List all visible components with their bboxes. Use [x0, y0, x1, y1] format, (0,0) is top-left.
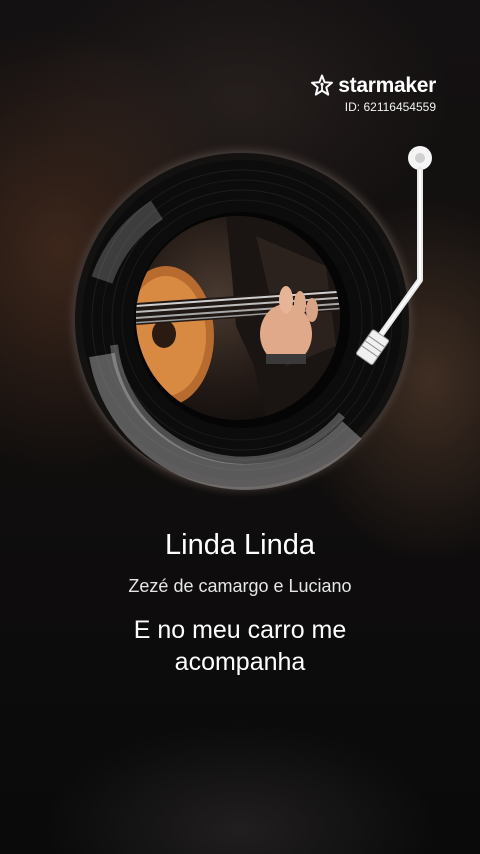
tonearm[interactable]	[340, 140, 440, 380]
lyric-line-2: acompanha	[174, 648, 306, 676]
brand-watermark: starmaker ID: 62116454559	[310, 74, 436, 115]
song-title: Linda Linda	[165, 529, 315, 561]
player-screen: starmaker ID: 62116454559 Linda Linda Ze…	[0, 0, 480, 854]
brand-name: starmaker	[338, 74, 436, 97]
brand-row: starmaker	[310, 74, 436, 98]
star-person-icon	[311, 74, 334, 96]
user-id: ID: 62116454559	[344, 100, 436, 114]
lyric-line-1: E no meu carro me	[133, 616, 347, 644]
artist-name: Zezé de camargo e Luciano	[128, 576, 352, 596]
album-cover	[136, 216, 340, 420]
lyrics: E no meu carro me acompanha	[0, 614, 480, 678]
guitar-cover-art	[136, 216, 340, 420]
